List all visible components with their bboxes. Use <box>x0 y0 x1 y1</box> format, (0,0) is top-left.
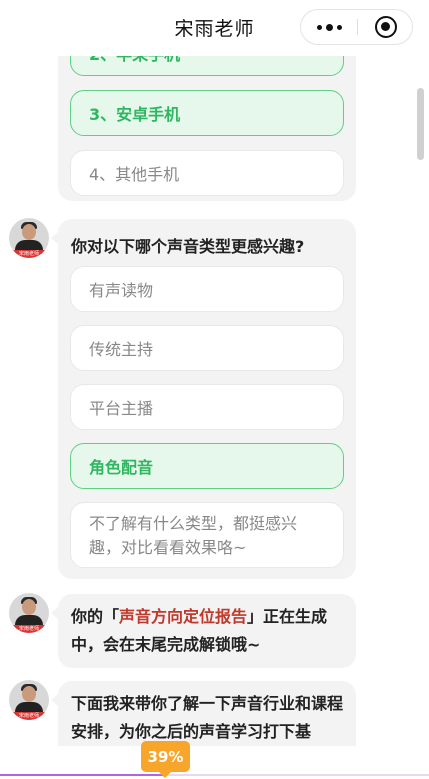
progress-badge: 39% <box>141 741 190 778</box>
voice-type-question-bubble: 你对以下哪个声音类型更感兴趣? 有声读物 传统主持 平台主播 角色配音 不了解有… <box>51 219 356 579</box>
intro-message-text: 下面我来带你了解一下声音行业和课程安排，为你之后的声音学习打下基 <box>71 694 344 741</box>
mini-program-capsule <box>300 9 413 45</box>
close-target-icon[interactable] <box>375 16 397 38</box>
option-character-dubbing[interactable]: 角色配音 <box>70 443 344 489</box>
report-message-text: 你的「声音方向定位报告」正在生成中，会在末尾完成解锁哦~ <box>71 607 328 654</box>
scrollbar-thumb[interactable] <box>417 88 424 160</box>
report-message-bubble: 你的「声音方向定位报告」正在生成中，会在末尾完成解锁哦~ <box>51 594 356 668</box>
title-bar: 宋雨老师 <box>0 0 429 56</box>
more-dot-icon <box>325 23 333 31</box>
option-traditional-host[interactable]: 传统主持 <box>70 325 344 371</box>
teacher-avatar[interactable]: 宋雨老师 <box>9 593 49 633</box>
progress-fill <box>0 774 168 776</box>
option-platform-streamer[interactable]: 平台主播 <box>70 384 344 430</box>
option-other-phone[interactable]: 4、其他手机 <box>70 150 344 196</box>
option-audiobook[interactable]: 有声读物 <box>70 266 344 312</box>
intro-message-bubble: 下面我来带你了解一下声音行业和课程安排，为你之后的声音学习打下基 <box>51 681 356 746</box>
more-dot-icon <box>336 24 342 30</box>
option-apple-phone[interactable]: 2、苹果手机 <box>70 56 344 76</box>
teacher-avatar[interactable]: 宋雨老师 <box>9 218 49 258</box>
progress-track <box>0 774 429 776</box>
more-options-button[interactable] <box>301 10 357 44</box>
teacher-avatar[interactable]: 宋雨老师 <box>9 680 49 720</box>
report-highlight: 声音方向定位报告 <box>119 607 248 626</box>
phone-question-bubble: 2、苹果手机 3、安卓手机 4、其他手机 <box>58 56 356 201</box>
option-android-phone[interactable]: 3、安卓手机 <box>70 90 344 136</box>
chat-scroll-area[interactable]: 2、苹果手机 3、安卓手机 4、其他手机 宋雨老师 你对以下哪个声音类型更感兴趣… <box>0 56 429 746</box>
more-dot-icon <box>316 24 322 30</box>
voice-type-question: 你对以下哪个声音类型更感兴趣? <box>71 237 305 256</box>
option-not-sure[interactable]: 不了解有什么类型，都挺感兴趣，对比看看效果咯~ <box>70 502 344 568</box>
capsule-divider <box>357 19 358 35</box>
